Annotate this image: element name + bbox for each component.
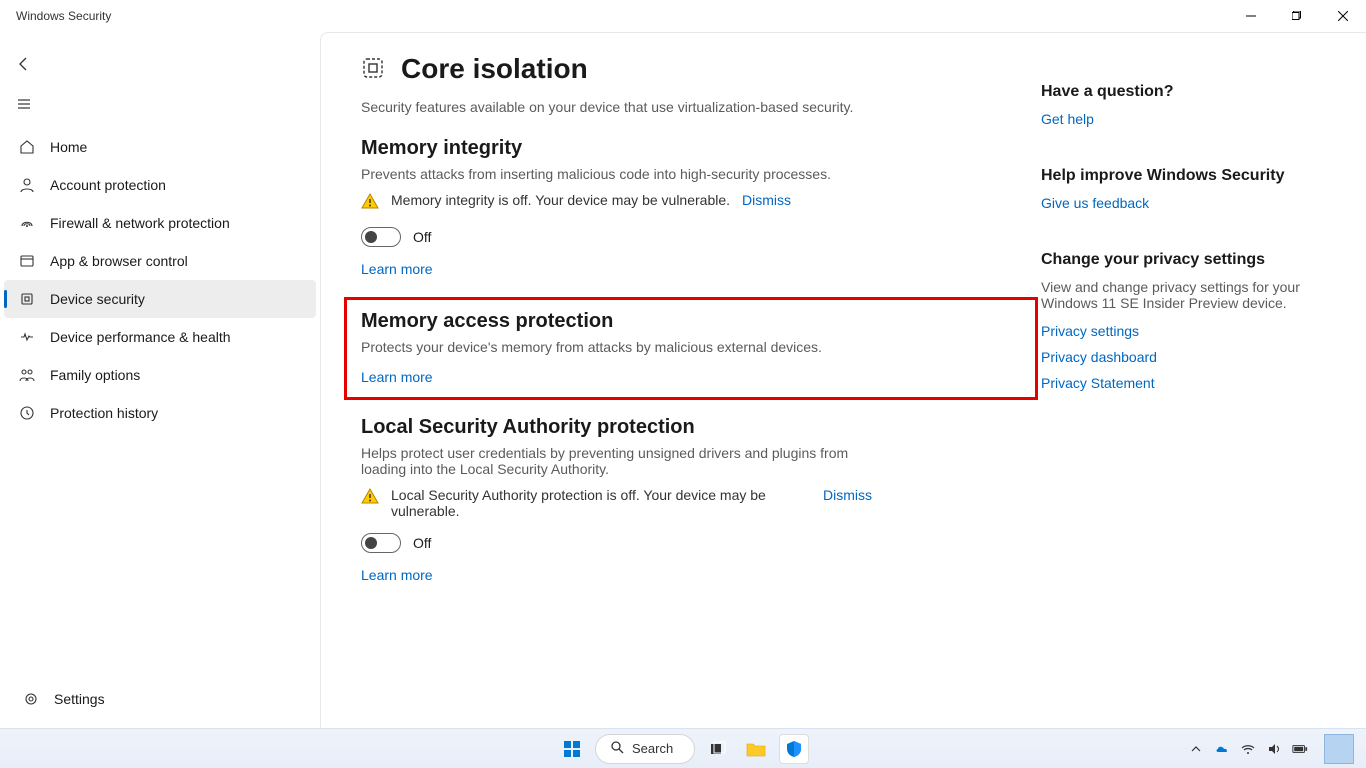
nav-device-security[interactable]: Device security [4, 280, 316, 318]
titlebar: Windows Security [0, 0, 1366, 32]
home-icon [18, 138, 36, 156]
nav-account-protection[interactable]: Account protection [4, 166, 316, 204]
dismiss-link[interactable]: Dismiss [742, 192, 791, 208]
hamburger-button[interactable] [4, 86, 44, 122]
lsa-toggle[interactable] [361, 533, 401, 553]
section-heading: Local Security Authority protection [361, 416, 1021, 439]
nav-label: Family options [50, 367, 140, 383]
nav-history[interactable]: Protection history [4, 394, 316, 432]
privacy-block: Change your privacy settings View and ch… [1041, 251, 1301, 391]
nav-family[interactable]: Family options [4, 356, 316, 394]
block-heading: Change your privacy settings [1041, 251, 1301, 269]
nav-label: Device security [50, 291, 145, 307]
nav-firewall[interactable]: Firewall & network protection [4, 204, 316, 242]
page-title: Core isolation [401, 53, 588, 85]
privacy-dashboard-link[interactable]: Privacy dashboard [1041, 349, 1301, 365]
warning-text: Memory integrity is off. Your device may… [391, 192, 730, 208]
block-heading: Have a question? [1041, 83, 1301, 101]
toggle-label: Off [413, 535, 431, 551]
taskbar: Search [0, 728, 1366, 768]
section-description: Helps protect user credentials by preven… [361, 445, 881, 477]
nav-list: Home Account protection Firewall & netwo… [0, 128, 320, 432]
privacy-settings-link[interactable]: Privacy settings [1041, 323, 1301, 339]
sound-icon[interactable] [1266, 741, 1282, 757]
warning-icon [361, 487, 379, 508]
history-icon [18, 404, 36, 422]
get-help-link[interactable]: Get help [1041, 111, 1301, 127]
nav-label: Device performance & health [50, 329, 231, 345]
section-description: Prevents attacks from inserting maliciou… [361, 166, 881, 182]
nav-label: Account protection [50, 177, 166, 193]
block-heading: Help improve Windows Security [1041, 167, 1301, 185]
lsa-section: Local Security Authority protection Help… [361, 416, 1021, 583]
learn-more-link[interactable]: Learn more [361, 567, 433, 583]
dismiss-link[interactable]: Dismiss [823, 487, 872, 503]
right-column: Have a question? Get help Help improve W… [1021, 53, 1301, 728]
nav-label: App & browser control [50, 253, 188, 269]
chevron-up-icon[interactable] [1188, 741, 1204, 757]
signal-icon [18, 214, 36, 232]
question-block: Have a question? Get help [1041, 83, 1301, 127]
onedrive-icon[interactable] [1214, 741, 1230, 757]
nav-label: Settings [54, 691, 105, 707]
memory-access-section: Memory access protection Protects your d… [361, 310, 1021, 385]
gear-icon [22, 690, 40, 708]
person-icon [18, 176, 36, 194]
explorer-icon[interactable] [741, 734, 771, 764]
search-icon [610, 740, 624, 757]
improve-block: Help improve Windows Security Give us fe… [1041, 167, 1301, 211]
content-area: Core isolation Security features availab… [320, 32, 1366, 728]
block-description: View and change privacy settings for you… [1041, 279, 1301, 311]
memory-integrity-toggle[interactable] [361, 227, 401, 247]
warning-icon [361, 192, 379, 213]
system-tray [1188, 734, 1354, 764]
window-title: Windows Security [16, 9, 111, 23]
section-heading: Memory integrity [361, 137, 1021, 160]
learn-more-link[interactable]: Learn more [361, 369, 433, 385]
close-button[interactable] [1320, 0, 1366, 32]
nav-app-browser[interactable]: App & browser control [4, 242, 316, 280]
notification-area[interactable] [1324, 734, 1354, 764]
nav-home[interactable]: Home [4, 128, 316, 166]
taskview-button[interactable] [703, 734, 733, 764]
search-label: Search [632, 741, 673, 756]
wifi-icon[interactable] [1240, 741, 1256, 757]
toggle-label: Off [413, 229, 431, 245]
people-icon [18, 366, 36, 384]
chip-icon [18, 290, 36, 308]
section-description: Protects your device's memory from attac… [361, 339, 881, 355]
nav-label: Firewall & network protection [50, 215, 230, 231]
highlighted-section: Memory access protection Protects your d… [344, 297, 1038, 400]
security-icon[interactable] [779, 734, 809, 764]
sidebar: Home Account protection Firewall & netwo… [0, 32, 320, 728]
heart-icon [18, 328, 36, 346]
back-button[interactable] [4, 46, 44, 82]
apps-icon [18, 252, 36, 270]
section-heading: Memory access protection [361, 310, 1021, 333]
memory-integrity-section: Memory integrity Prevents attacks from i… [361, 137, 1021, 277]
nav-settings[interactable]: Settings [8, 680, 312, 718]
start-button[interactable] [557, 734, 587, 764]
nav-performance[interactable]: Device performance & health [4, 318, 316, 356]
taskbar-search[interactable]: Search [595, 734, 695, 764]
feedback-link[interactable]: Give us feedback [1041, 195, 1301, 211]
nav-label: Home [50, 139, 87, 155]
learn-more-link[interactable]: Learn more [361, 261, 433, 277]
battery-icon[interactable] [1292, 741, 1308, 757]
minimize-button[interactable] [1228, 0, 1274, 32]
page-description: Security features available on your devi… [361, 99, 901, 115]
nav-label: Protection history [50, 405, 158, 421]
core-isolation-icon [361, 56, 385, 83]
window-controls [1228, 0, 1366, 32]
privacy-statement-link[interactable]: Privacy Statement [1041, 375, 1301, 391]
maximize-button[interactable] [1274, 0, 1320, 32]
warning-text: Local Security Authority protection is o… [391, 487, 811, 519]
